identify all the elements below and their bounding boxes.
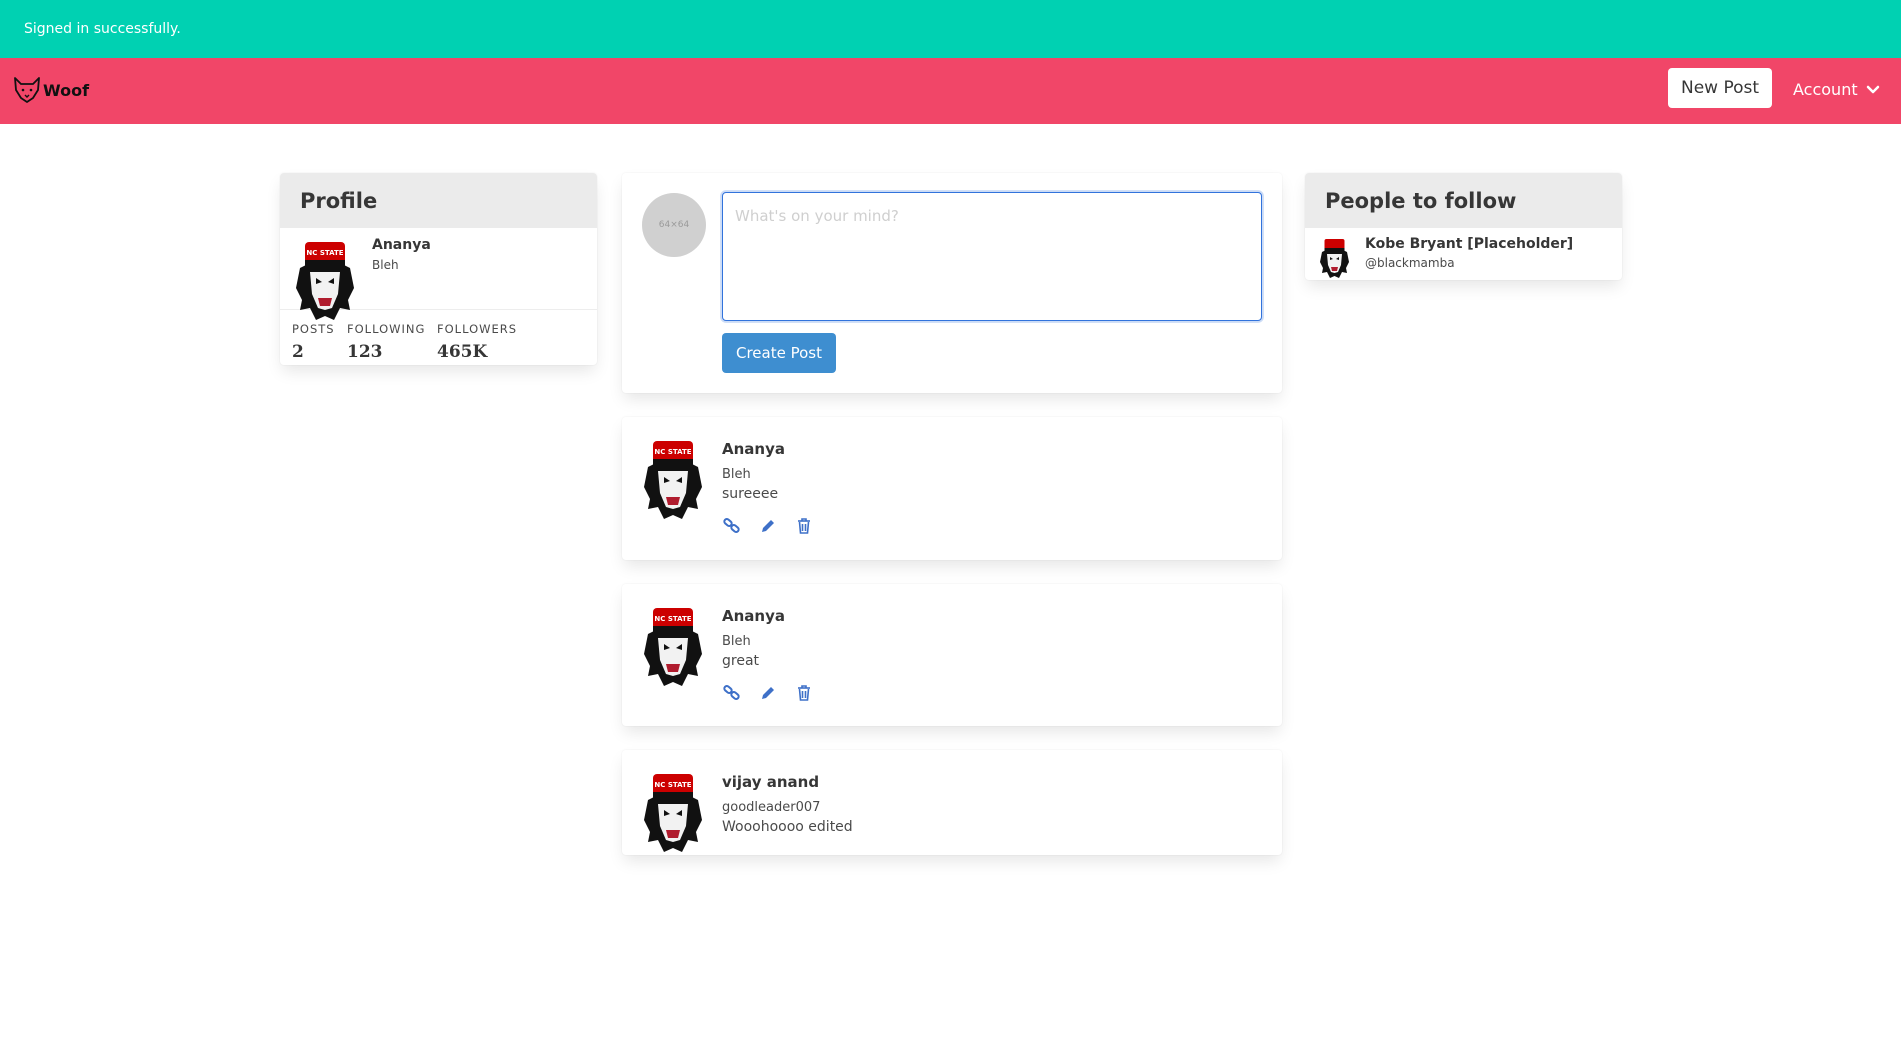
stat-value: 465K bbox=[437, 342, 488, 362]
wolf-mascot-avatar: NC STATE bbox=[642, 770, 704, 855]
stat-followers: FOLLOWERS 465K bbox=[437, 322, 517, 362]
follow-card-title: People to follow bbox=[1305, 173, 1622, 228]
post-body: great bbox=[722, 653, 760, 669]
stat-label: POSTS bbox=[292, 322, 335, 336]
trash-icon[interactable] bbox=[794, 684, 814, 702]
post-body: Wooohoooo edited bbox=[722, 819, 853, 835]
brand-name: Woof bbox=[43, 80, 90, 100]
follow-person-handle: @blackmamba bbox=[1365, 256, 1455, 270]
post-author-username: Bleh bbox=[722, 467, 751, 482]
stat-posts: POSTS 2 bbox=[292, 322, 335, 362]
compose-card: 64×64 Create Post bbox=[622, 173, 1282, 393]
svg-text:NC STATE: NC STATE bbox=[654, 448, 691, 456]
profile-name: Ananya bbox=[372, 237, 431, 253]
chevron-down-icon bbox=[1866, 85, 1880, 95]
edit-icon[interactable] bbox=[758, 684, 778, 702]
people-to-follow-card: People to follow Kobe Bryant [Placeholde… bbox=[1305, 173, 1622, 280]
account-menu[interactable]: Account bbox=[1793, 80, 1880, 99]
follow-person-name[interactable]: Kobe Bryant [Placeholder] bbox=[1365, 236, 1573, 252]
post-actions bbox=[722, 684, 814, 702]
trash-icon[interactable] bbox=[794, 517, 814, 535]
post-author-username: Bleh bbox=[722, 634, 751, 649]
stat-value: 123 bbox=[347, 342, 383, 362]
post-author-name: Ananya bbox=[722, 607, 785, 625]
link-icon[interactable] bbox=[722, 684, 742, 702]
post-card: NC STATE Ananya Bleh sureeee bbox=[622, 417, 1282, 560]
stat-label: FOLLOWING bbox=[347, 322, 426, 336]
svg-text:NC STATE: NC STATE bbox=[306, 249, 343, 257]
profile-username: Bleh bbox=[372, 258, 399, 272]
profile-card-title: Profile bbox=[280, 173, 597, 228]
post-textarea[interactable] bbox=[722, 192, 1262, 321]
post-card: NC STATE Ananya Bleh great bbox=[622, 584, 1282, 726]
profile-stats: POSTS 2 FOLLOWING 123 FOLLOWERS 465K bbox=[280, 310, 597, 365]
svg-text:NC STATE: NC STATE bbox=[654, 615, 691, 623]
new-post-button[interactable]: New Post bbox=[1668, 68, 1773, 108]
post-card: NC STATE vijay anand goodleader007 Woooh… bbox=[622, 750, 1282, 855]
create-post-button[interactable]: Create Post bbox=[722, 333, 836, 373]
flash-message: Signed in successfully. bbox=[24, 21, 181, 37]
account-label: Account bbox=[1793, 80, 1858, 99]
post-actions bbox=[722, 517, 814, 535]
edit-icon[interactable] bbox=[758, 517, 778, 535]
stat-following: FOLLOWING 123 bbox=[347, 322, 425, 362]
link-icon[interactable] bbox=[722, 517, 742, 535]
wolf-mascot-avatar: NC STATE bbox=[642, 604, 704, 694]
profile-card: Profile NC STATE Ananya Bleh POSTS 2 FOL… bbox=[280, 173, 597, 365]
placeholder-avatar: 64×64 bbox=[642, 193, 706, 257]
post-author-username: goodleader007 bbox=[722, 800, 821, 815]
wolf-mascot-avatar bbox=[1319, 237, 1350, 284]
top-navbar: Woof New Post Account bbox=[0, 58, 1901, 124]
flash-notice: Signed in successfully. bbox=[0, 0, 1901, 58]
wolf-mascot-avatar: NC STATE bbox=[642, 437, 704, 527]
post-author-name: Ananya bbox=[722, 440, 785, 458]
stat-label: FOLLOWERS bbox=[437, 322, 518, 336]
wolf-head-icon bbox=[12, 76, 42, 104]
svg-text:NC STATE: NC STATE bbox=[654, 781, 691, 789]
post-body: sureeee bbox=[722, 486, 779, 502]
stat-value: 2 bbox=[292, 342, 304, 362]
brand-link[interactable]: Woof bbox=[12, 76, 89, 104]
post-author-name: vijay anand bbox=[722, 773, 820, 791]
